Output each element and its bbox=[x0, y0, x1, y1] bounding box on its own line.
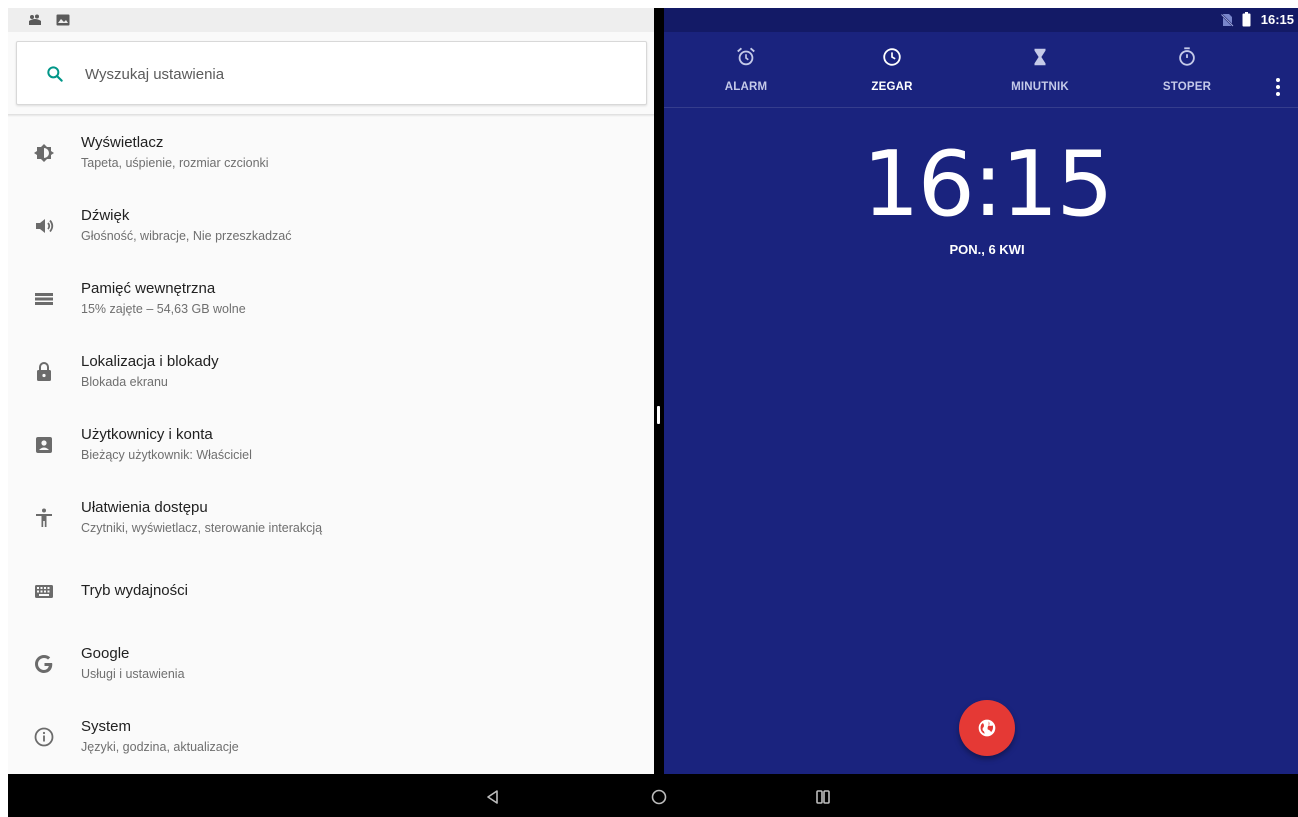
split-screen-divider[interactable] bbox=[654, 8, 664, 774]
status-bar-right: 16:15 bbox=[664, 8, 1298, 32]
clock-pane: 16:15 ALARM ZEGAR MINUTNIK STOPER 16:15 … bbox=[664, 8, 1298, 774]
setting-subtitle: Języki, godzina, aktualizacje bbox=[81, 740, 239, 754]
volume-icon bbox=[36, 219, 54, 233]
setting-subtitle: Usługi i ustawienia bbox=[81, 667, 185, 681]
clock-tabbar: ALARM ZEGAR MINUTNIK STOPER bbox=[664, 32, 1298, 108]
google-icon bbox=[35, 655, 53, 673]
setting-title: Ułatwienia dostępu bbox=[81, 499, 208, 516]
globe-icon bbox=[978, 719, 996, 737]
info-icon bbox=[34, 727, 54, 747]
tab-timer[interactable]: MINUTNIK bbox=[980, 32, 1100, 108]
home-icon[interactable] bbox=[648, 786, 670, 808]
tab-stopwatch[interactable]: STOPER bbox=[1127, 32, 1247, 108]
setting-title: Dźwięk bbox=[81, 207, 130, 224]
keyboard-icon bbox=[35, 585, 53, 598]
brightness-icon bbox=[34, 144, 54, 162]
image-notification-icon bbox=[56, 14, 70, 26]
tab-label: MINUTNIK bbox=[1011, 81, 1069, 93]
setting-title: Pamięć wewnętrzna bbox=[81, 280, 216, 297]
more-options-icon[interactable] bbox=[1268, 76, 1288, 98]
setting-subtitle: 15% zajęte – 54,63 GB wolne bbox=[81, 302, 246, 316]
world-clock-button[interactable] bbox=[959, 700, 1015, 756]
setting-users-accounts[interactable]: Użytkownicy i konta Bieżący użytkownik: … bbox=[8, 409, 654, 482]
status-bar-left bbox=[8, 8, 654, 32]
setting-location-lock[interactable]: Lokalizacja i blokady Blokada ekranu bbox=[8, 336, 654, 409]
clock-date: PON., 6 KWI bbox=[949, 242, 1025, 257]
search-input[interactable] bbox=[85, 60, 605, 88]
tab-label: ALARM bbox=[724, 81, 768, 93]
setting-title: Google bbox=[81, 645, 130, 662]
divider-handle[interactable] bbox=[657, 406, 660, 424]
accessibility-icon bbox=[36, 508, 52, 527]
setting-title: Użytkownicy i konta bbox=[81, 426, 213, 443]
tab-label: ZEGAR bbox=[871, 81, 913, 93]
search-bar[interactable] bbox=[16, 41, 647, 105]
hourglass-icon bbox=[1034, 48, 1046, 66]
setting-accessibility[interactable]: Ułatwienia dostępu Czytniki, wyświetlacz… bbox=[8, 482, 654, 555]
tab-clock[interactable]: ZEGAR bbox=[832, 32, 952, 108]
search-icon bbox=[47, 66, 63, 82]
navigation-bar bbox=[8, 774, 1298, 817]
back-icon[interactable] bbox=[482, 786, 504, 808]
stopwatch-icon bbox=[1179, 47, 1195, 66]
recents-icon[interactable] bbox=[812, 786, 834, 808]
setting-subtitle: Czytniki, wyświetlacz, sterowanie intera… bbox=[81, 521, 323, 535]
notification-paw-icon bbox=[29, 14, 41, 25]
alarm-icon bbox=[737, 47, 755, 66]
setting-title: Tryb wydajności bbox=[81, 582, 188, 599]
setting-title: System bbox=[81, 718, 132, 735]
account-box-icon bbox=[36, 437, 52, 453]
no-sim-icon bbox=[1220, 13, 1234, 27]
setting-subtitle: Bieżący użytkownik: Właściciel bbox=[81, 448, 252, 462]
setting-subtitle: Tapeta, uśpienie, rozmiar czcionki bbox=[81, 156, 269, 170]
setting-title: Lokalizacja i blokady bbox=[81, 353, 219, 370]
setting-sound[interactable]: Dźwięk Głośność, wibracje, Nie przeszkad… bbox=[8, 190, 654, 263]
status-time: 16:15 bbox=[1260, 12, 1294, 27]
setting-subtitle: Głośność, wibracje, Nie przeszkadzać bbox=[81, 229, 292, 243]
settings-pane: Wyświetlacz Tapeta, uśpienie, rozmiar cz… bbox=[8, 8, 654, 774]
digital-clock-time: 16:15 bbox=[862, 132, 1113, 237]
storage-icon bbox=[35, 293, 53, 305]
clock-icon bbox=[883, 48, 901, 66]
setting-storage[interactable]: Pamięć wewnętrzna 15% zajęte – 54,63 GB … bbox=[8, 263, 654, 336]
setting-display[interactable]: Wyświetlacz Tapeta, uśpienie, rozmiar cz… bbox=[8, 117, 654, 190]
battery-icon bbox=[1242, 12, 1251, 27]
setting-google[interactable]: Google Usługi i ustawienia bbox=[8, 628, 654, 701]
setting-system[interactable]: System Języki, godzina, aktualizacje bbox=[8, 701, 654, 774]
setting-performance-mode[interactable]: Tryb wydajności bbox=[8, 555, 654, 628]
tab-alarm[interactable]: ALARM bbox=[686, 32, 806, 108]
setting-title: Wyświetlacz bbox=[81, 134, 164, 151]
lock-icon bbox=[37, 362, 51, 381]
setting-subtitle: Blokada ekranu bbox=[81, 375, 168, 389]
tab-label: STOPER bbox=[1162, 81, 1212, 93]
